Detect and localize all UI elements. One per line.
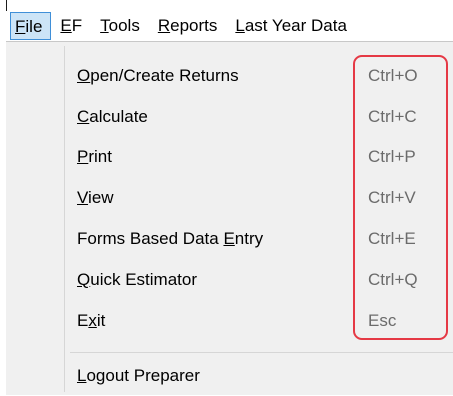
menu-file-rest: ile [25, 17, 43, 36]
menu-file-accel: F [15, 17, 26, 36]
menu-reports[interactable]: Reports [149, 12, 227, 40]
menu-item-logout-preparer[interactable]: Logout Preparer [6, 356, 453, 396]
menu-tools-rest: ools [108, 16, 140, 35]
menu-item-shortcut: Ctrl+E [368, 229, 416, 248]
menu-item-label: Calculate [77, 97, 148, 137]
menu-item-shortcut: Ctrl+P [368, 147, 416, 166]
label-post: rint [88, 147, 112, 166]
label-accel: P [77, 147, 89, 166]
menu-item-open-create-returns[interactable]: Open/Create Returns Ctrl+O [6, 56, 453, 96]
menu-tools[interactable]: Tools [91, 12, 149, 40]
menu-item-shortcut: Esc [368, 311, 397, 330]
label-accel: E [223, 229, 235, 248]
menu-item-exit[interactable]: Exit Esc [6, 301, 453, 341]
menu-ef[interactable]: EF [51, 12, 91, 40]
label-post: uick Estimator [90, 270, 197, 289]
menu-ef-accel: E [60, 16, 72, 35]
label-post: alculate [89, 107, 148, 126]
menu-tools-accel: T [100, 16, 109, 35]
label-pre: E [77, 311, 89, 330]
label-accel: C [77, 107, 90, 126]
file-dropdown-menu: Open/Create Returns Ctrl+O Calculate Ctr… [6, 41, 453, 395]
menu-item-forms-based-data-entry[interactable]: Forms Based Data Entry Ctrl+E [6, 219, 453, 259]
menu-item-label: Quick Estimator [77, 260, 197, 300]
menu-item-label: Forms Based Data Entry [77, 219, 263, 259]
menu-item-print[interactable]: Print Ctrl+P [6, 137, 453, 177]
menu-separator [70, 352, 453, 353]
label-post: it [96, 311, 106, 330]
label-accel: Q [77, 270, 91, 289]
menu-last-year-data[interactable]: Last Year Data [226, 12, 356, 40]
label-accel: x [88, 311, 97, 330]
menu-bar: File EF Tools Reports Last Year Data [6, 11, 453, 41]
menu-item-shortcut: Ctrl+V [368, 188, 416, 207]
menu-item-label: Print [77, 137, 112, 177]
menu-item-shortcut: Ctrl+O [368, 66, 418, 85]
menu-ef-rest: F [71, 16, 83, 35]
label-accel: V [77, 188, 89, 207]
label-post: ogout Preparer [86, 366, 200, 385]
menu-item-label: Exit [77, 301, 105, 341]
label-pre: Forms Based Data [77, 229, 224, 248]
menu-item-label: Logout Preparer [77, 356, 200, 396]
menu-file[interactable]: File [10, 12, 52, 40]
label-post: ntry [234, 229, 264, 248]
menu-reports-rest: eports [170, 16, 218, 35]
menu-item-view[interactable]: View Ctrl+V [6, 178, 453, 218]
menu-item-label: Open/Create Returns [77, 56, 239, 96]
menu-item-shortcut: Ctrl+C [368, 107, 417, 126]
menu-item-calculate[interactable]: Calculate Ctrl+C [6, 97, 453, 137]
menu-last-year-data-accel: L [235, 16, 245, 35]
label-post: iew [88, 188, 114, 207]
label-post: pen/Create Returns [90, 66, 239, 85]
label-accel: O [77, 66, 91, 85]
menu-last-year-data-rest: ast Year Data [244, 16, 347, 35]
menu-reports-accel: R [157, 16, 171, 35]
menu-item-quick-estimator[interactable]: Quick Estimator Ctrl+Q [6, 260, 453, 300]
menu-item-label: View [77, 178, 114, 218]
menu-item-shortcut: Ctrl+Q [368, 270, 418, 289]
